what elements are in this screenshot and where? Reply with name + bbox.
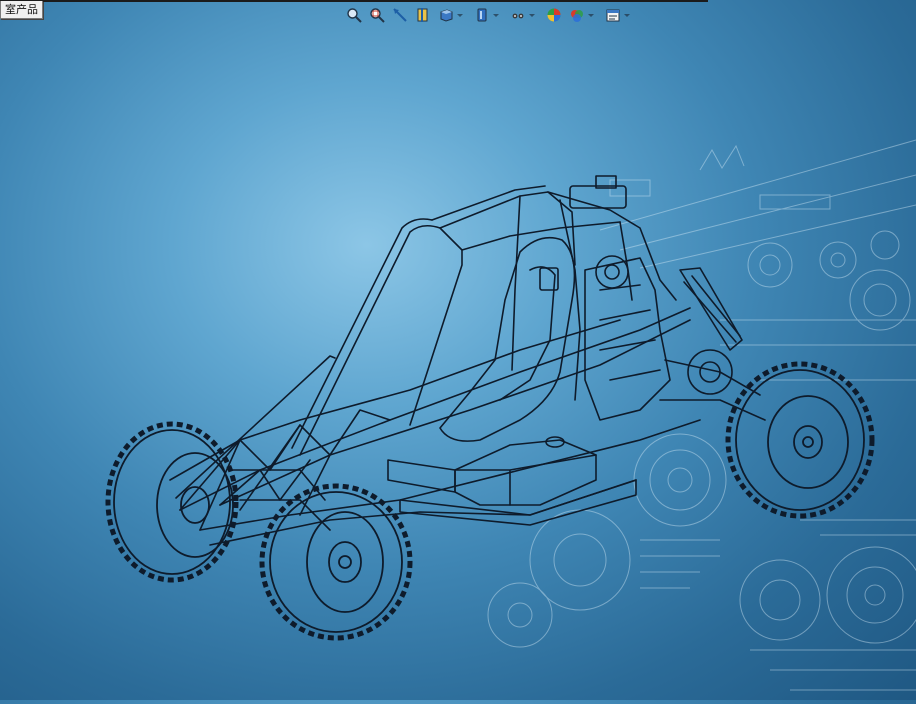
blueprint-background-details [487, 139, 916, 691]
hide-show-dropdown-icon[interactable] [529, 13, 535, 17]
heads-up-view-toolbar [344, 4, 633, 26]
display-style-dropdown-icon[interactable] [493, 13, 499, 17]
hide-show-icon[interactable] [508, 5, 528, 25]
previous-view-icon[interactable] [390, 5, 410, 25]
section-view-icon[interactable] [413, 5, 433, 25]
view-settings-icon[interactable] [603, 5, 623, 25]
view-settings-dropdown-icon[interactable] [624, 13, 630, 17]
view-orientation-icon[interactable] [436, 5, 456, 25]
view-orientation-dropdown-icon[interactable] [457, 13, 463, 17]
graphics-area[interactable] [0, 26, 916, 700]
zoom-to-fit-icon[interactable] [344, 5, 364, 25]
document-tab[interactable]: 室产品 [0, 1, 43, 19]
rear-right-wheel [725, 361, 875, 519]
zoom-area-icon[interactable] [367, 5, 387, 25]
model-viewport-canvas [105, 139, 916, 691]
document-tab-label: 室产品 [5, 3, 38, 16]
apply-scene-dropdown-icon[interactable] [588, 13, 594, 17]
buggy-wireframe-model [169, 175, 766, 546]
window-top-border [0, 0, 708, 2]
edit-appearance-icon[interactable] [544, 5, 564, 25]
front-left-wheel [105, 421, 239, 583]
apply-scene-icon[interactable] [567, 5, 587, 25]
display-style-icon[interactable] [472, 5, 492, 25]
